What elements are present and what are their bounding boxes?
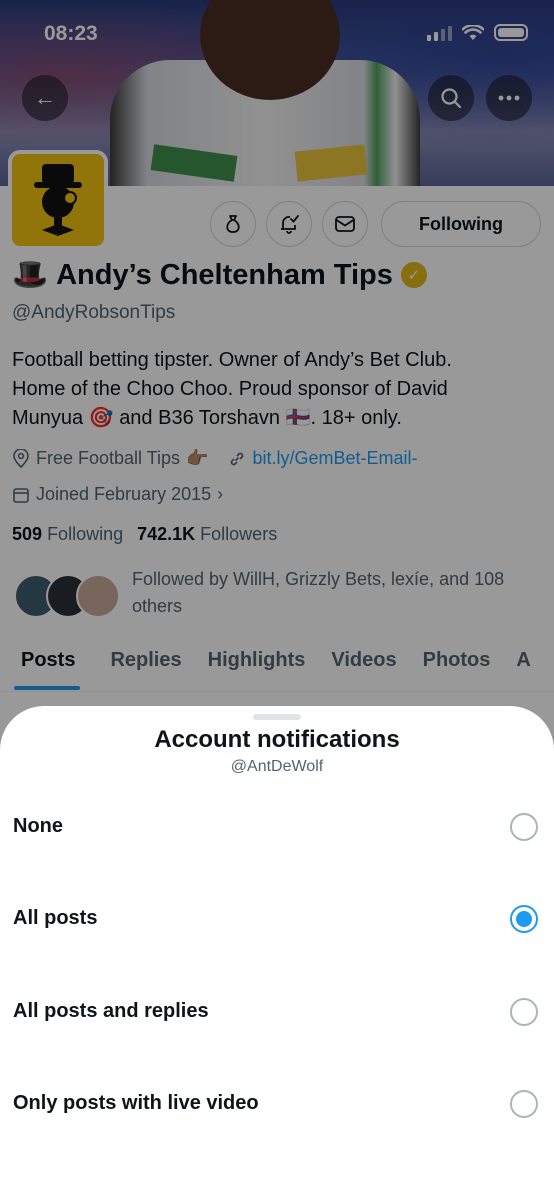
option-label: None [13,815,63,837]
option-none[interactable]: None [0,782,554,874]
sheet-grabber[interactable] [253,714,301,720]
option-label: All posts [13,907,98,929]
radio-button[interactable] [510,998,538,1026]
option-label: Only posts with live video [13,1092,259,1114]
option-live-video[interactable]: Only posts with live video [0,1059,554,1151]
sheet-subtitle: @AntDeWolf [230,758,324,775]
radio-button-selected[interactable] [510,905,538,933]
sheet-title: Account notifications [154,726,400,753]
option-all-posts-and-replies[interactable]: All posts and replies [0,967,554,1059]
account-notifications-sheet: Account notifications @AntDeWolf None Al… [0,706,554,1200]
radio-button[interactable] [510,813,538,841]
option-label: All posts and replies [13,1000,209,1022]
option-all-posts[interactable]: All posts [0,874,554,966]
radio-button[interactable] [510,1090,538,1118]
